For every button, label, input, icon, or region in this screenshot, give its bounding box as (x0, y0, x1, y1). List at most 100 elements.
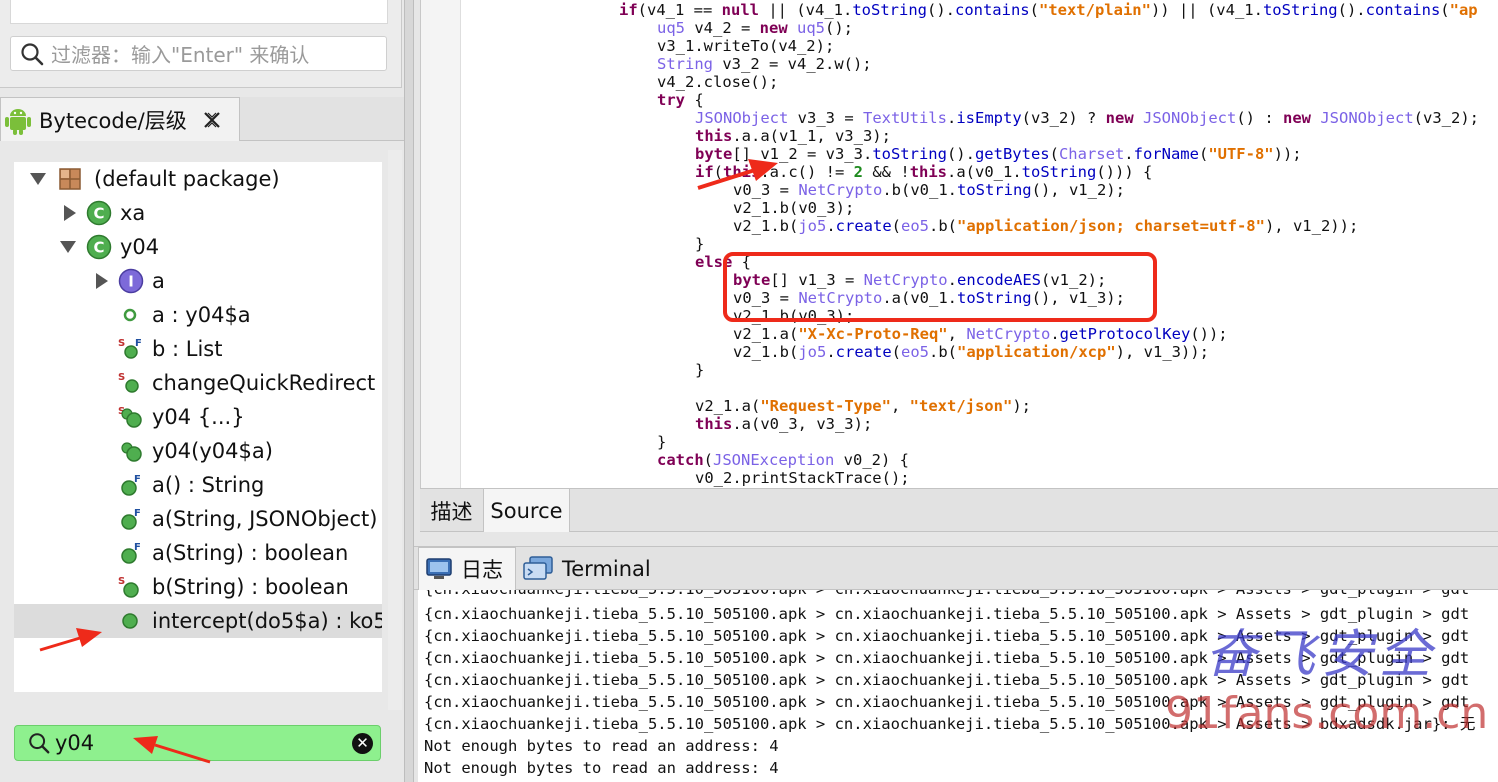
code-line: try { (657, 91, 704, 109)
chevron-right-icon[interactable] (96, 273, 108, 289)
code-token: Charset (1058, 145, 1125, 163)
tab-source[interactable]: Source (484, 489, 570, 532)
code-line: byte[] v1_2 = v3_3.toString().getBytes(C… (695, 145, 1302, 163)
code-token: TextUtils (862, 109, 947, 127)
code-token: null (721, 1, 759, 19)
tree-search-input[interactable]: y04 ✕ (14, 725, 381, 761)
code-token: v2_1.b(v0_3); (733, 199, 855, 217)
code-token: eo5 (901, 217, 930, 235)
tree-node-label: a(String) : boolean (152, 541, 349, 565)
log-line: Not enough bytes to read an address: 4 (424, 737, 779, 755)
static-field-icon: S (118, 372, 139, 393)
tree-node-label: (default package) (94, 167, 280, 191)
code-token: .a.c() != (760, 163, 854, 181)
search-icon (29, 733, 50, 754)
svg-text:C: C (93, 239, 104, 257)
code-token: ( (1049, 145, 1059, 163)
code-token: (). (926, 1, 955, 19)
code-token: if (695, 163, 714, 181)
code-line: JSONObject v3_3 = TextUtils.isEmpty(v3_2… (695, 109, 1479, 127)
filter-placeholder: 过滤器：输入"Enter" 来确认 (51, 43, 310, 67)
field-icon (123, 308, 137, 322)
svg-text:S: S (118, 372, 125, 383)
code-token: , (890, 397, 910, 415)
tree-node-label: a (152, 269, 165, 293)
code-token: (v3_2) ? (1021, 109, 1106, 127)
code-token: (v4_1 == (637, 1, 722, 19)
tab-terminal[interactable]: Terminal (518, 547, 668, 590)
code-token: getBytes (974, 145, 1050, 163)
code-token: , (947, 325, 967, 343)
tree-node-label: a() : String (152, 473, 265, 497)
watermark-text: 奋飞安全 (1205, 625, 1438, 685)
code-line: v2_1.b(v0_3); (733, 199, 854, 217)
tab-log[interactable]: 日志 (418, 547, 516, 590)
code-token: JSONObject (1320, 109, 1414, 127)
bytecode-tree: (default package) C xa C y04 I a a: y04… (14, 162, 382, 692)
search-icon (21, 42, 44, 65)
code-token: uq5 (657, 19, 685, 37)
code-token: try (657, 91, 685, 109)
code-token: "X-Xc-Proto-Req" (798, 325, 948, 343)
code-area[interactable]: if(v4_1 == null || (v4_1.toString().cont… (461, 0, 1498, 488)
code-token: } (657, 433, 667, 451)
clear-icon[interactable]: ✕ (352, 733, 373, 754)
code-line: v4_2.close(); (657, 73, 778, 91)
constructor-icon (121, 442, 142, 462)
tree-node-intercept[interactable]: intercept(do5$a) : ko5 (14, 604, 382, 638)
code-token: (). (946, 145, 975, 163)
code-token: toString (852, 1, 927, 19)
code-token: NetCrypto (966, 325, 1051, 343)
code-token: ( (1440, 1, 1450, 19)
code-token: || (v4_1. (759, 1, 853, 19)
code-token: 2 (853, 163, 864, 181)
watermark-url: 91fans.com.cn (1165, 688, 1489, 739)
code-line: this.a(v0_3, v3_3); (695, 415, 872, 433)
code-token: { (685, 91, 704, 109)
tree-node-label: a(String, JSONObject) (152, 507, 378, 531)
filter-input[interactable]: 过滤器：输入"Enter" 来确认 (10, 36, 387, 71)
code-token: v3_1.writeTo(v4_2); (657, 37, 835, 55)
left-panel: 过滤器：输入"Enter" 来确认 Bytecode/层级 (default p… (0, 0, 406, 782)
svg-text:C: C (93, 205, 104, 223)
tab-terminal-label: Terminal (562, 556, 651, 581)
chevron-right-icon[interactable] (64, 205, 76, 221)
code-token: toString (1262, 1, 1338, 19)
tree-node-label: xa (120, 201, 146, 225)
tree-node-label: y04(y04$a) (152, 439, 273, 463)
code-token: ), v1_3)); (1115, 343, 1209, 361)
chevron-down-icon[interactable] (60, 241, 76, 253)
code-token: new (759, 19, 788, 37)
code-token: contains (1365, 1, 1441, 19)
code-token: v2_1.a( (733, 325, 799, 343)
code-token: )) (1150, 1, 1170, 19)
svg-text:F: F (135, 338, 142, 349)
chevron-down-icon[interactable] (30, 173, 46, 185)
tree-top-remnant (10, 0, 388, 24)
tree-node-label: changeQuickRedirect (152, 371, 376, 395)
android-icon (5, 108, 31, 135)
tree-scrollbar[interactable] (388, 150, 402, 710)
close-icon[interactable] (201, 109, 223, 131)
tab-describe[interactable]: 描述 (420, 489, 484, 532)
code-token: ()); (1190, 325, 1228, 343)
tree-node-label: b : List (152, 337, 223, 361)
panel-splitter[interactable] (404, 0, 414, 782)
code-token: NetCrypto (798, 181, 883, 199)
code-token: v3_3 = (788, 109, 863, 127)
code-token: create (835, 217, 892, 235)
tree-node-label: y04 {...} (152, 405, 245, 429)
code-token: this (909, 163, 948, 181)
svg-text:I: I (128, 273, 134, 291)
code-line: } (695, 361, 704, 379)
code-token: "Request-Type" (760, 397, 891, 415)
terminal-icon (523, 555, 553, 580)
method-icon (122, 613, 138, 629)
tab-bytecode-hierarchy[interactable]: Bytecode/层级 (0, 97, 240, 141)
code-token: ( (713, 163, 724, 181)
code-token: v4_2.close(); (657, 73, 779, 91)
bytecode-tabbar: Bytecode/层级 (0, 97, 406, 141)
code-token: getProtocolKey (1059, 325, 1191, 343)
log-line: Not enough bytes to read an address: 4 (424, 759, 779, 777)
code-token: toString (872, 145, 947, 163)
